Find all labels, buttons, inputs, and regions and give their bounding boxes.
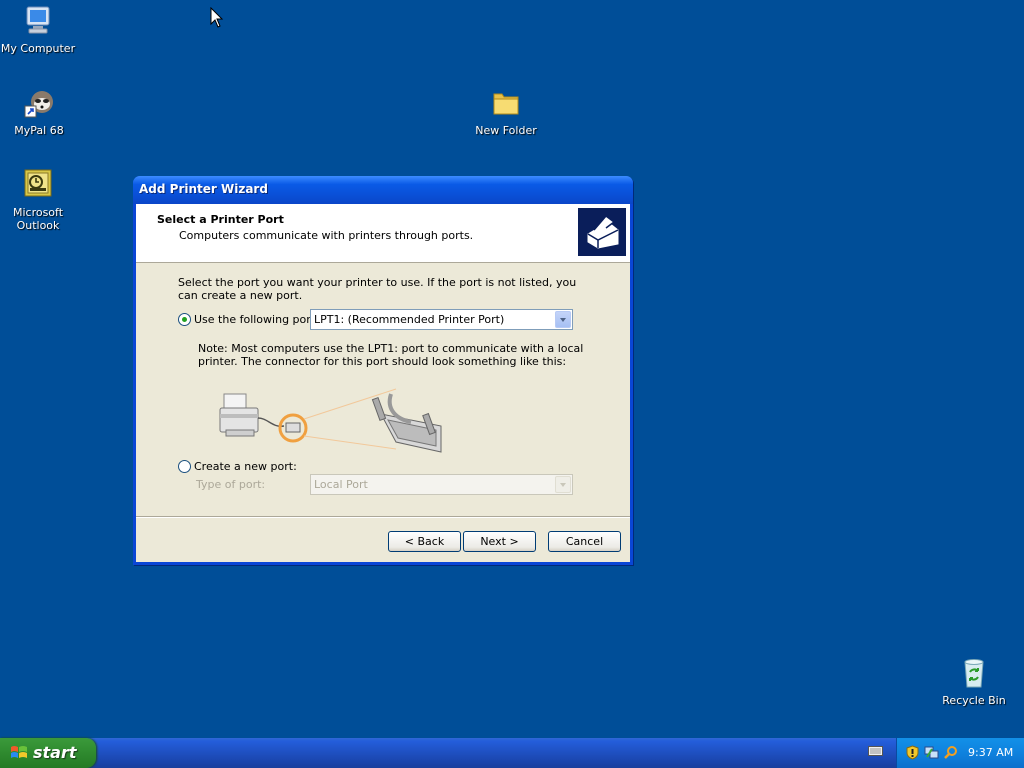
cancel-button[interactable]: Cancel <box>548 531 621 552</box>
system-tray: 9:37 AM <box>896 738 1024 768</box>
desktop-icon-new-folder[interactable]: New Folder <box>466 86 546 137</box>
create-port-radio[interactable] <box>178 460 191 473</box>
create-port-label[interactable]: Create a new port: <box>194 460 297 473</box>
raccoon-browser-icon <box>24 91 53 118</box>
desktop-icon-label: MyPal 68 <box>14 124 64 137</box>
desktop-icon-label: Microsoft Outlook <box>12 206 64 232</box>
chevron-down-icon <box>555 476 571 493</box>
printer-icon <box>578 208 626 256</box>
desktop-icon-mypal[interactable]: MyPal 68 <box>0 86 79 137</box>
search-icon[interactable] <box>943 745 958 760</box>
page-title: Select a Printer Port <box>157 213 284 226</box>
port-select[interactable]: LPT1: (Recommended Printer Port) <box>310 309 573 330</box>
port-type-select: Local Port <box>310 474 573 495</box>
use-port-label[interactable]: Use the following port: <box>194 313 319 326</box>
desktop-icon-my-computer[interactable]: My Computer <box>0 4 78 55</box>
page-subtitle: Computers communicate with printers thro… <box>179 229 474 242</box>
start-button[interactable]: start <box>0 738 96 768</box>
title-bar[interactable]: Add Printer Wizard <box>133 176 633 204</box>
wizard-header: Select a Printer Port Computers communic… <box>136 204 630 263</box>
printer-illustration-icon <box>219 393 259 437</box>
windows-logo-icon <box>11 746 27 758</box>
intro-text: Select the port you want your printer to… <box>178 276 577 302</box>
back-button[interactable]: < Back <box>388 531 461 552</box>
computer-icon <box>26 6 50 34</box>
keyboard-icon[interactable] <box>868 745 883 757</box>
desktop-icon-recycle-bin[interactable]: Recycle Bin <box>934 656 1014 707</box>
folder-icon <box>493 93 519 115</box>
desktop-icon-label: My Computer <box>0 42 76 55</box>
security-shield-icon[interactable] <box>905 745 920 760</box>
wizard-client-area: Select a Printer Port Computers communic… <box>136 204 630 562</box>
button-separator <box>136 516 630 518</box>
network-icon[interactable] <box>924 745 939 760</box>
use-port-radio[interactable] <box>178 313 191 326</box>
chevron-down-icon[interactable] <box>555 311 571 328</box>
mouse-pointer-icon <box>210 7 224 28</box>
recycle-bin-icon <box>964 659 984 688</box>
start-label: start <box>33 743 77 762</box>
add-printer-wizard-window: Add Printer Wizard Select a Printer Port… <box>133 176 633 565</box>
desktop-icon-outlook[interactable]: Microsoft Outlook <box>0 168 78 232</box>
port-select-value: LPT1: (Recommended Printer Port) <box>314 313 505 326</box>
window-title: Add Printer Wizard <box>139 182 268 196</box>
port-type-value: Local Port <box>314 478 368 491</box>
clock[interactable]: 9:37 AM <box>968 746 1013 759</box>
outlook-icon <box>24 169 52 197</box>
db25-connector-icon <box>371 393 442 453</box>
lpt1-note: Note: Most computers use the LPT1: port … <box>198 342 584 368</box>
desktop-icon-label: Recycle Bin <box>942 694 1006 707</box>
desktop-icon-label: New Folder <box>475 124 537 137</box>
next-button[interactable]: Next > <box>463 531 536 552</box>
port-type-label: Type of port: <box>196 478 266 491</box>
